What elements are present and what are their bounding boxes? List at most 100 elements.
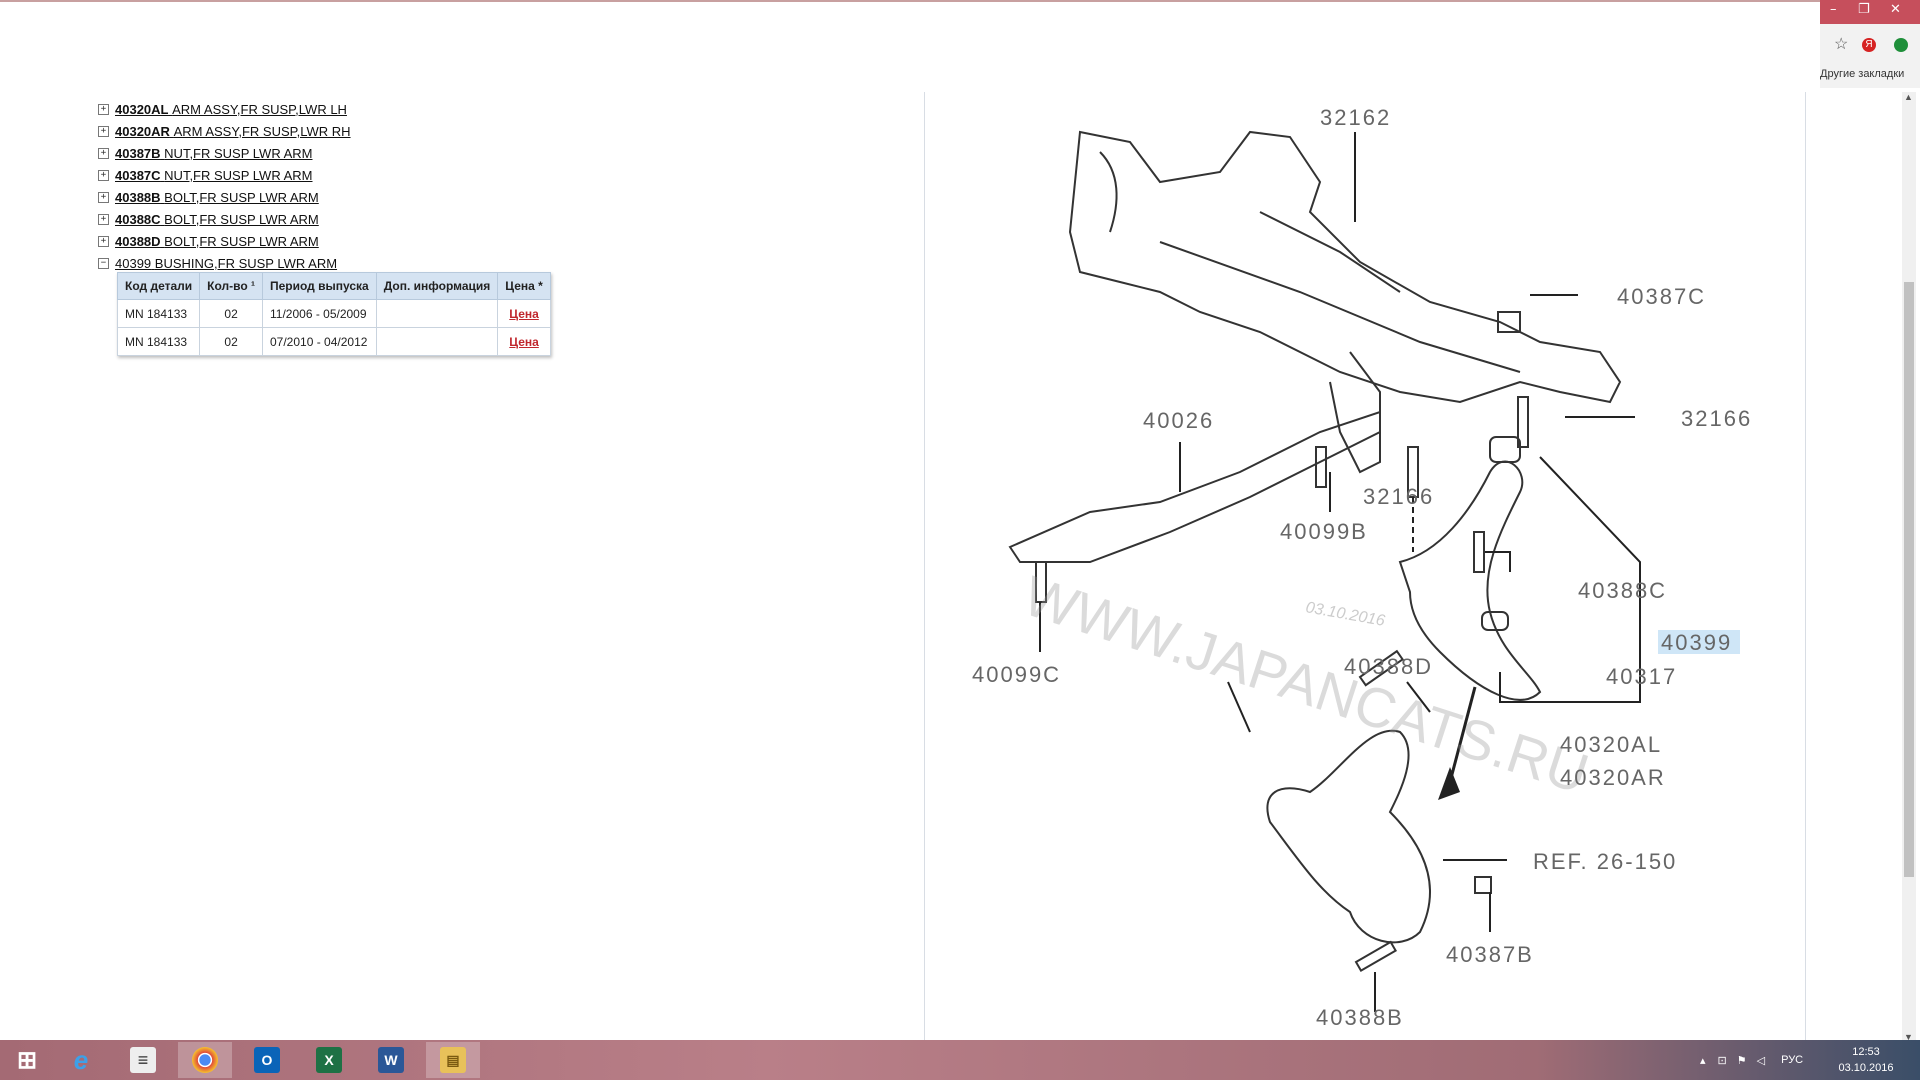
tree-item-link[interactable]: 40387C NUT,FR SUSP LWR ARM: [115, 168, 313, 183]
watermark-date: 03.10.2016: [1304, 599, 1386, 630]
tree-item-link[interactable]: 40320AL ARM ASSY,FR SUSP,LWR LH: [115, 102, 347, 117]
chrome-icon: ●: [192, 1047, 218, 1073]
tree-item-link[interactable]: 40388C BOLT,FR SUSP LWR ARM: [115, 212, 319, 227]
callout-32166[interactable]: 32166: [1681, 406, 1752, 431]
parts-tree: +40320AL ARM ASSY,FR SUSP,LWR LH +40320A…: [98, 98, 351, 274]
clock-date: 03.10.2016: [1838, 1062, 1894, 1074]
restore-button[interactable]: ❐: [1858, 2, 1870, 17]
callout-40320AL[interactable]: 40320AL: [1560, 732, 1662, 757]
callout-40320AR[interactable]: 40320AR: [1560, 765, 1666, 790]
word-icon: W: [378, 1047, 404, 1073]
tree-item[interactable]: +40387C NUT,FR SUSP LWR ARM: [98, 164, 351, 186]
top-border: [0, 0, 1820, 2]
tree-item[interactable]: +40388D BOLT,FR SUSP LWR ARM: [98, 230, 351, 252]
leader-lines: [1039, 132, 1641, 1012]
clock-time: 12:53: [1852, 1046, 1880, 1058]
tree-item[interactable]: +40320AL ARM ASSY,FR SUSP,LWR LH: [98, 98, 351, 120]
taskbar-ie[interactable]: e: [54, 1042, 108, 1078]
cell-period: 11/2006 - 05/2009: [262, 299, 377, 328]
col-header-code: Код детали: [116, 272, 201, 300]
callout-40399[interactable]: 40399: [1661, 630, 1732, 655]
crossmember-tube: [1099, 151, 1118, 233]
tray-expand-icon[interactable]: ▴: [1700, 1054, 1706, 1067]
callout-40388C[interactable]: 40388C: [1578, 578, 1667, 603]
parts-diagram: WWW.JAPANCATS.RU 03.10.2016 32162 40387C…: [972, 105, 1752, 1030]
expand-icon[interactable]: +: [98, 235, 109, 247]
bushing-top: [1489, 436, 1521, 463]
nut-40387B: [1474, 876, 1492, 894]
cell-info: [375, 299, 499, 328]
tree-item[interactable]: +40388C BOLT,FR SUSP LWR ARM: [98, 208, 351, 230]
taskbar-explorer[interactable]: ▤: [426, 1042, 480, 1078]
clock[interactable]: 12:53 03.10.2016: [1826, 1044, 1906, 1076]
callout-32166-lower[interactable]: 32166: [1363, 484, 1434, 509]
crossmember-outline: [1068, 130, 1622, 404]
vertical-scrollbar[interactable]: ▲ ▼: [1902, 92, 1916, 1042]
taskbar-notes[interactable]: ≡: [116, 1042, 170, 1078]
tree-item-link[interactable]: 40320AR ARM ASSY,FR SUSP,LWR RH: [115, 124, 351, 139]
bolt-40388B: [1354, 940, 1398, 973]
taskbar-outlook[interactable]: O: [240, 1042, 294, 1078]
language-indicator[interactable]: РУС: [1781, 1054, 1803, 1066]
callout-40317[interactable]: 40317: [1606, 664, 1677, 689]
callout-32162[interactable]: 32162: [1320, 105, 1391, 130]
price-link[interactable]: Цена: [509, 307, 539, 321]
callout-ref[interactable]: REF. 26-150: [1533, 849, 1677, 874]
windows-icon: ⊞: [16, 1046, 38, 1074]
callout-40099C[interactable]: 40099C: [972, 662, 1061, 687]
cell-qty: 02: [199, 299, 263, 328]
expand-icon[interactable]: +: [98, 169, 109, 181]
callout-40387B[interactable]: 40387B: [1446, 942, 1534, 967]
callout-40388B[interactable]: 40388B: [1316, 1005, 1404, 1030]
expand-icon[interactable]: +: [98, 147, 109, 159]
tree-item[interactable]: +40387B NUT,FR SUSP LWR ARM: [98, 142, 351, 164]
taskbar-chrome[interactable]: ●: [178, 1042, 232, 1078]
start-button[interactable]: ⊞: [0, 1042, 54, 1078]
expand-icon[interactable]: +: [98, 125, 109, 137]
tree-item[interactable]: +40320AR ARM ASSY,FR SUSP,LWR RH: [98, 120, 351, 142]
green-extension-icon[interactable]: [1894, 38, 1908, 52]
panel-divider: [924, 92, 925, 1040]
tree-item-link[interactable]: 40388D BOLT,FR SUSP LWR ARM: [115, 234, 319, 249]
other-bookmarks-link[interactable]: Другие закладки: [1820, 68, 1904, 80]
callout-40099B[interactable]: 40099B: [1280, 519, 1368, 544]
cell-price: Цена: [497, 299, 551, 328]
scroll-thumb[interactable]: [1904, 282, 1914, 877]
collapse-icon[interactable]: −: [98, 257, 109, 269]
taskbar-excel[interactable]: X: [302, 1042, 356, 1078]
callout-40387C[interactable]: 40387C: [1617, 284, 1706, 309]
callout-40026[interactable]: 40026: [1143, 408, 1214, 433]
ie-icon: e: [73, 1044, 89, 1075]
tree-item-link[interactable]: 40388B BOLT,FR SUSP LWR ARM: [115, 190, 319, 205]
col-header-info: Доп. информация: [375, 272, 499, 300]
bookmark-star-icon[interactable]: ☆: [1834, 34, 1848, 54]
table-row: MN 184133 02 07/2010 - 04/2012 Цена: [116, 327, 551, 356]
crossmember-rib: [1159, 241, 1521, 373]
flag-icon[interactable]: ⚑: [1737, 1054, 1747, 1067]
callout-40388D[interactable]: 40388D: [1344, 654, 1433, 679]
system-tray: ▴ ⊡ ⚑ ◁ РУС: [1700, 1040, 1803, 1080]
volume-icon[interactable]: ◁: [1757, 1054, 1765, 1067]
tree-item[interactable]: +40388B BOLT,FR SUSP LWR ARM: [98, 186, 351, 208]
crossmember-rib: [1259, 211, 1401, 293]
cell-period: 07/2010 - 04/2012: [262, 327, 377, 356]
excel-icon: X: [316, 1047, 342, 1073]
watermark-text: WWW.JAPANCATS.RU: [1016, 563, 1596, 805]
tree-item-link[interactable]: 40387B NUT,FR SUSP LWR ARM: [115, 146, 313, 161]
expand-icon[interactable]: +: [98, 191, 109, 203]
expand-icon[interactable]: +: [98, 213, 109, 225]
tree-item-expanded[interactable]: −40399 BUSHING,FR SUSP LWR ARM: [98, 252, 351, 274]
close-button[interactable]: ✕: [1890, 2, 1901, 17]
panel-divider-right: [1805, 92, 1806, 1040]
minimize-button[interactable]: –: [1830, 2, 1837, 17]
network-icon[interactable]: ⊡: [1718, 1054, 1727, 1067]
taskbar: ⊞ e ≡ ● O X W ▤ ▴ ⊡ ⚑ ◁ РУС 12:53 03.10.…: [0, 1040, 1920, 1080]
scroll-up-icon[interactable]: ▲: [1904, 92, 1913, 102]
cell-info: [375, 327, 499, 356]
expand-icon[interactable]: +: [98, 103, 109, 115]
taskbar-word[interactable]: W: [364, 1042, 418, 1078]
col-header-price: Цена *: [497, 272, 551, 300]
price-link[interactable]: Цена: [509, 335, 539, 349]
yandex-extension-icon[interactable]: Я: [1862, 38, 1876, 52]
tree-item-link[interactable]: 40399 BUSHING,FR SUSP LWR ARM: [115, 256, 337, 271]
